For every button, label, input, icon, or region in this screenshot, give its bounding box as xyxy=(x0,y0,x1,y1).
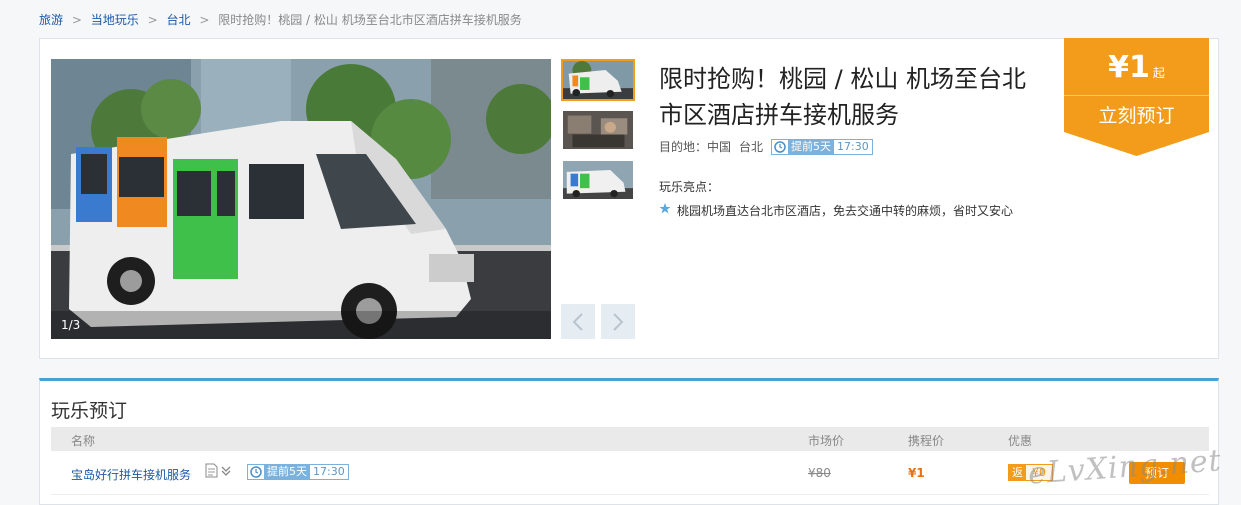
promo-amount: ¥0 xyxy=(1026,465,1052,480)
booking-table-header: 名称 市场价 携程价 优惠 xyxy=(51,427,1209,451)
column-name: 名称 xyxy=(71,434,96,448)
breadcrumb-link-travel[interactable]: 旅游 xyxy=(39,13,63,27)
chevron-down-icon xyxy=(221,466,231,476)
van-photo xyxy=(51,59,551,339)
clock-icon xyxy=(772,140,788,154)
product-title: 限时抢购！桃园 / 松山 机场至台北市区酒店拼车接机服务 xyxy=(659,65,1026,129)
document-icon xyxy=(205,463,218,478)
promo-label: 返 xyxy=(1009,465,1026,480)
destination-label: 目的地：中国 xyxy=(659,140,732,154)
thumbnail-1[interactable] xyxy=(561,59,635,101)
highlights-label: 玩乐亮点： xyxy=(659,180,720,194)
breadcrumb-separator: > xyxy=(147,13,158,27)
table-row: 宝岛好行拼车接机服务 提前5天 17:30 ¥80 ¥1 返 ¥0 预订 xyxy=(51,451,1209,495)
breadcrumb: 旅游 > 当地玩乐 > 台北 > 限时抢购！桃园 / 松山 机场至台北市区酒店拼… xyxy=(39,11,522,28)
thumbnail-strip xyxy=(561,59,635,209)
thumbnail-3[interactable] xyxy=(561,159,635,201)
prev-image-button[interactable] xyxy=(561,304,595,339)
highlight-text: 桃园机场直达台北市区酒店，免去交通中转的麻烦，省时又安心 xyxy=(677,204,1014,218)
highlight-item: 桃园机场直达台北市区酒店，免去交通中转的麻烦，省时又安心 xyxy=(659,202,1013,219)
interior-thumbnail xyxy=(563,111,633,149)
breadcrumb-separator: > xyxy=(71,13,82,27)
book-button[interactable]: 预订 xyxy=(1129,462,1185,484)
promo-badge: 返 ¥0 xyxy=(1008,464,1053,481)
breadcrumb-current: 限时抢购！桃园 / 松山 机场至台北市区酒店拼车接机服务 xyxy=(218,13,522,27)
row-advance-time: 17:30 xyxy=(313,465,345,478)
breadcrumb-link-local-fun[interactable]: 当地玩乐 xyxy=(91,13,139,27)
gallery-main-image[interactable]: 1/3 xyxy=(51,59,551,339)
chevron-right-icon xyxy=(613,312,624,331)
product-card: 1/3 限时抢购！桃园 / 松山 机场至台北市区酒店拼车接机服务 目的地：中国 … xyxy=(39,38,1219,359)
details-toggle[interactable] xyxy=(205,463,232,478)
column-market-price: 市场价 xyxy=(808,434,845,448)
ctrip-price: ¥1 xyxy=(908,466,925,480)
column-discount: 优惠 xyxy=(1008,434,1033,448)
gallery-counter-bar xyxy=(51,311,551,339)
product-name-link[interactable]: 宝岛好行拼车接机服务 xyxy=(71,466,191,483)
advance-booking-tag: 提前5天 17:30 xyxy=(771,138,873,155)
product-meta: 目的地：中国 台北 提前5天 17:30 xyxy=(659,138,873,155)
price-divider xyxy=(1064,95,1209,96)
price-display: ¥1 起 xyxy=(1064,50,1209,85)
medal-icon xyxy=(659,202,671,219)
chevron-left-icon xyxy=(572,312,583,331)
gallery-counter: 1/3 xyxy=(61,318,81,332)
row-advance-booking-tag: 提前5天 17:30 xyxy=(247,464,349,480)
breadcrumb-separator: > xyxy=(199,13,210,27)
market-price: ¥80 xyxy=(808,466,831,480)
price-box: ¥1 起 立刻预订 xyxy=(1064,38,1209,156)
destination-city: 台北 xyxy=(739,140,764,154)
price-suffix: 起 xyxy=(1152,66,1165,80)
van-side-thumbnail xyxy=(563,161,633,199)
breadcrumb-link-taipei[interactable]: 台北 xyxy=(166,13,190,27)
advance-days: 提前5天 xyxy=(788,139,835,154)
column-ctrip-price: 携程价 xyxy=(908,434,945,448)
van-thumbnail xyxy=(563,61,633,99)
thumbnail-2[interactable] xyxy=(561,109,635,151)
next-image-button[interactable] xyxy=(601,304,635,339)
price-value: ¥1 xyxy=(1108,50,1150,85)
book-now-button[interactable]: 立刻预订 xyxy=(1064,98,1209,134)
thumbnail-nav xyxy=(561,304,635,339)
booking-panel: 玩乐预订 名称 市场价 携程价 优惠 宝岛好行拼车接机服务 提前5天 17:30… xyxy=(39,378,1219,505)
row-advance-days: 提前5天 xyxy=(264,465,310,479)
advance-time: 17:30 xyxy=(837,139,869,153)
clock-icon xyxy=(248,465,264,479)
booking-title: 玩乐预订 xyxy=(51,400,128,422)
